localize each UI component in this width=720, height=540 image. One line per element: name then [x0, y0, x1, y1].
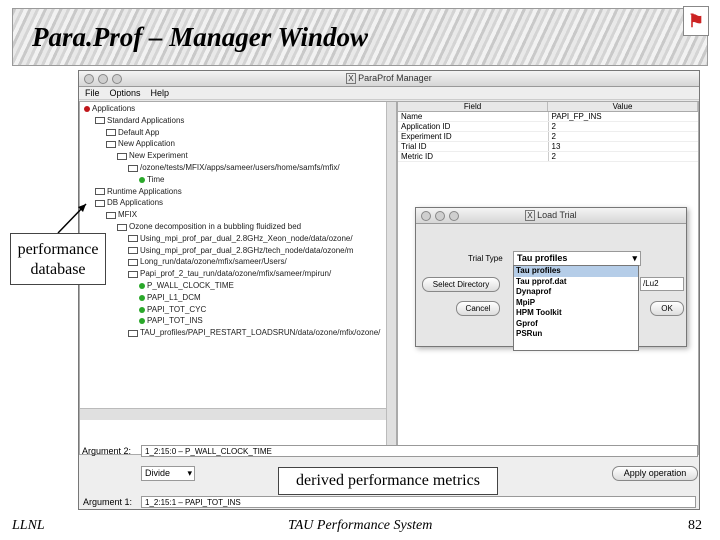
- callout-arrows: [57, 203, 87, 234]
- derived-metrics-callout: derived performance metrics: [278, 467, 498, 495]
- footer-org: LLNL: [12, 518, 45, 533]
- footer-title: TAU Performance System: [288, 518, 433, 533]
- page-number: 82: [688, 518, 702, 533]
- performance-database-callout: performance database: [10, 233, 106, 285]
